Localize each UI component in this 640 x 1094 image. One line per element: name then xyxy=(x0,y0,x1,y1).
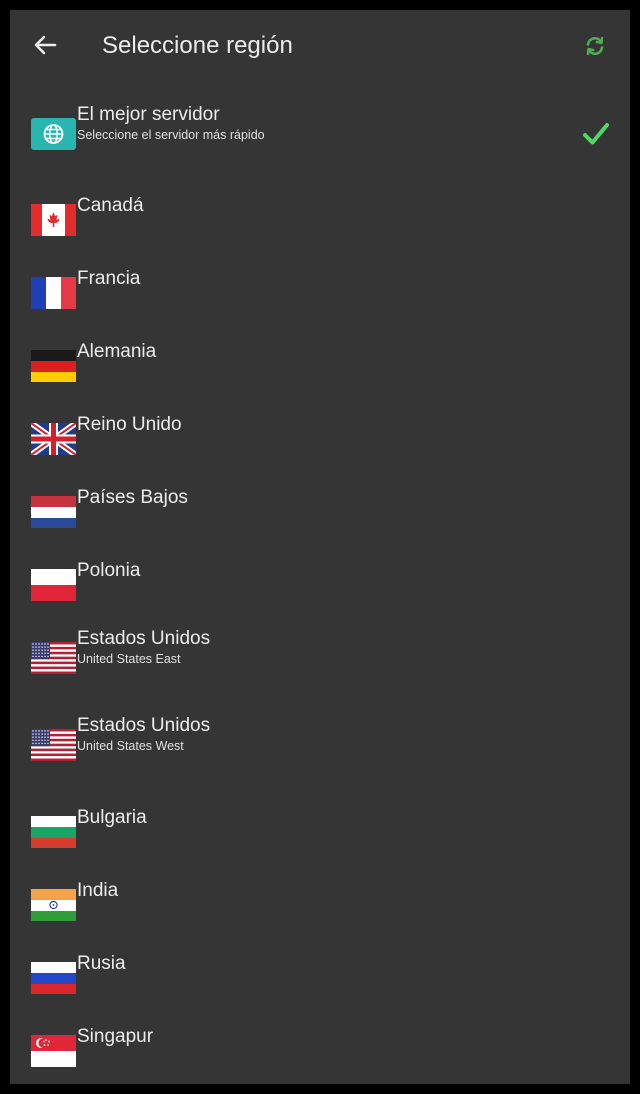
server-name: Reino Unido xyxy=(77,414,182,435)
server-name: Francia xyxy=(77,268,141,289)
server-item[interactable]: Singapur xyxy=(10,1021,630,1081)
server-item[interactable]: Canadá xyxy=(10,190,630,250)
server-name: Estados Unidos xyxy=(77,628,211,649)
server-name: Países Bajos xyxy=(77,487,188,508)
best-server-item[interactable]: El mejor servidor Seleccione el servidor … xyxy=(10,104,630,164)
server-subtitle: United States East xyxy=(77,652,181,666)
server-subtitle: United States West xyxy=(77,739,184,753)
server-name: India xyxy=(77,880,119,901)
france-flag-icon xyxy=(31,277,76,309)
server-name: Singapur xyxy=(77,1026,154,1047)
poland-flag-icon xyxy=(31,569,76,601)
app-bar: Seleccione región xyxy=(10,10,630,82)
region-select-screen: Seleccione región El mejor servidor Selec… xyxy=(10,10,630,1084)
server-item[interactable]: Bulgaria xyxy=(10,802,630,862)
server-item[interactable]: Francia xyxy=(10,263,630,323)
russia-flag-icon xyxy=(31,962,76,994)
server-name: Bulgaria xyxy=(77,807,147,828)
server-item[interactable]: Estados Unidos United States East xyxy=(10,628,630,688)
server-item[interactable]: Estados Unidos United States West xyxy=(10,715,630,775)
server-name: Alemania xyxy=(77,341,157,362)
server-name: Estados Unidos xyxy=(77,715,211,736)
india-flag-icon xyxy=(31,889,76,921)
server-name: Rusia xyxy=(77,953,126,974)
bulgaria-flag-icon xyxy=(31,816,76,848)
arrow-left-icon[interactable] xyxy=(30,30,60,60)
server-item[interactable]: Países Bajos xyxy=(10,482,630,542)
server-item[interactable]: Alemania xyxy=(10,336,630,396)
page-title: Seleccione región xyxy=(102,32,293,59)
germany-flag-icon xyxy=(31,350,76,382)
refresh-icon[interactable] xyxy=(584,35,606,57)
singapore-flag-icon xyxy=(31,1035,76,1067)
server-item[interactable]: Rusia xyxy=(10,948,630,1008)
server-item[interactable]: Polonia xyxy=(10,555,630,615)
usa-flag-icon xyxy=(31,642,76,674)
canada-flag-icon xyxy=(31,204,76,236)
globe-icon xyxy=(31,118,76,150)
server-name: Polonia xyxy=(77,560,141,581)
server-name: El mejor servidor xyxy=(77,104,220,125)
netherlands-flag-icon xyxy=(31,496,76,528)
server-item[interactable]: India xyxy=(10,875,630,935)
server-name: Canadá xyxy=(77,195,144,216)
usa-flag-icon xyxy=(31,729,76,761)
server-subtitle: Seleccione el servidor más rápido xyxy=(77,128,265,142)
checkmark-icon xyxy=(580,118,612,150)
uk-flag-icon xyxy=(31,423,76,455)
server-item[interactable]: Reino Unido xyxy=(10,409,630,469)
